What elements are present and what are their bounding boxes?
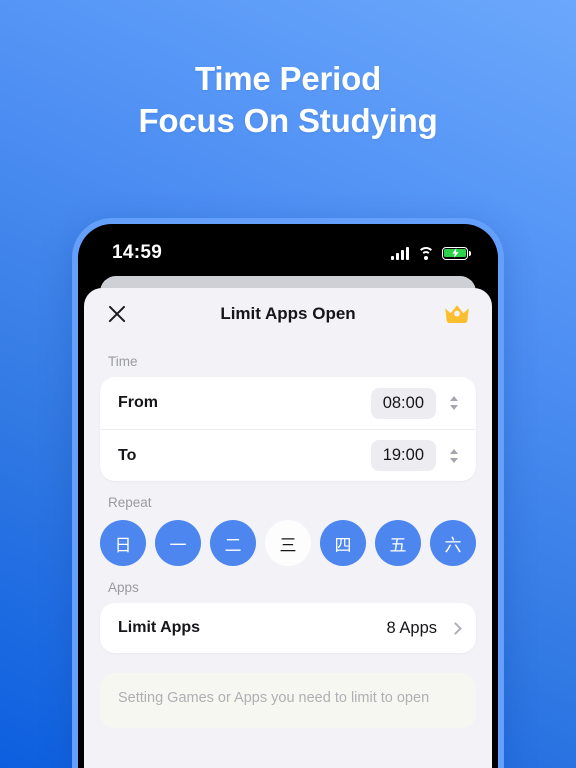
lightning-bolt-icon: [451, 248, 459, 258]
page-title: Limit Apps Open: [220, 304, 356, 323]
apps-hint-text: Setting Games or Apps you need to limit …: [118, 690, 430, 706]
status-bar: 14:59: [78, 224, 498, 276]
to-time-value[interactable]: 19:00: [370, 440, 436, 471]
section-label-time: Time: [108, 354, 138, 369]
bottom-sheet: Limit Apps Open Time From 08:00 To 19:00…: [84, 288, 492, 768]
limit-apps-label: Limit Apps: [118, 619, 201, 636]
time-card: From 08:00 To 19:00: [100, 377, 476, 481]
day-toggle-thursday[interactable]: 四: [320, 520, 366, 566]
day-toggle-monday[interactable]: 一: [155, 520, 201, 566]
battery-charging-icon: [442, 246, 471, 260]
status-bar-indicators: [391, 246, 471, 260]
limit-apps-row[interactable]: Limit Apps 8 Apps: [100, 603, 476, 653]
day-toggle-wednesday[interactable]: 三: [265, 520, 311, 566]
headline-line-2: Focus On Studying: [138, 101, 438, 139]
cellular-signal-icon: [391, 246, 409, 260]
time-row-from-control: 08:00: [370, 387, 460, 419]
wifi-icon: [417, 246, 434, 260]
crown-icon[interactable]: [442, 302, 472, 326]
repeat-day-selector: 日 一 二 三 四 五 六: [84, 520, 492, 566]
time-row-from[interactable]: From 08:00: [100, 377, 476, 429]
day-toggle-sunday[interactable]: 日: [100, 520, 146, 566]
to-time-stepper-icon[interactable]: [448, 445, 460, 467]
from-time-stepper-icon[interactable]: [448, 392, 460, 414]
close-icon[interactable]: [104, 301, 130, 327]
day-toggle-tuesday[interactable]: 二: [210, 520, 256, 566]
limit-apps-count: 8 Apps: [386, 618, 437, 637]
phone-mockup: 14:59 Limit Apps Open Time From 08:00 To…: [72, 218, 504, 768]
phone-screen: 14:59 Limit Apps Open Time From 08:00 To…: [78, 224, 498, 768]
time-row-to[interactable]: To 19:00: [100, 429, 476, 481]
apps-hint-box: Setting Games or Apps you need to limit …: [100, 673, 476, 728]
time-row-to-control: 19:00: [370, 440, 460, 471]
day-toggle-saturday[interactable]: 六: [430, 520, 476, 566]
section-label-apps: Apps: [108, 580, 139, 595]
status-bar-time: 14:59: [112, 242, 163, 263]
from-time-value[interactable]: 08:00: [370, 387, 436, 419]
section-label-repeat: Repeat: [108, 495, 152, 510]
limit-apps-value-group: 8 Apps: [386, 618, 462, 638]
promo-headline: Time Period Focus On Studying: [0, 58, 576, 142]
time-row-to-label: To: [118, 446, 137, 464]
day-toggle-friday[interactable]: 五: [375, 520, 421, 566]
time-row-from-label: From: [118, 394, 158, 411]
headline-line-1: Time Period: [194, 60, 382, 97]
chevron-right-icon: [449, 621, 462, 635]
sheet-header: Limit Apps Open: [84, 288, 492, 340]
apps-card: Limit Apps 8 Apps: [100, 603, 476, 653]
